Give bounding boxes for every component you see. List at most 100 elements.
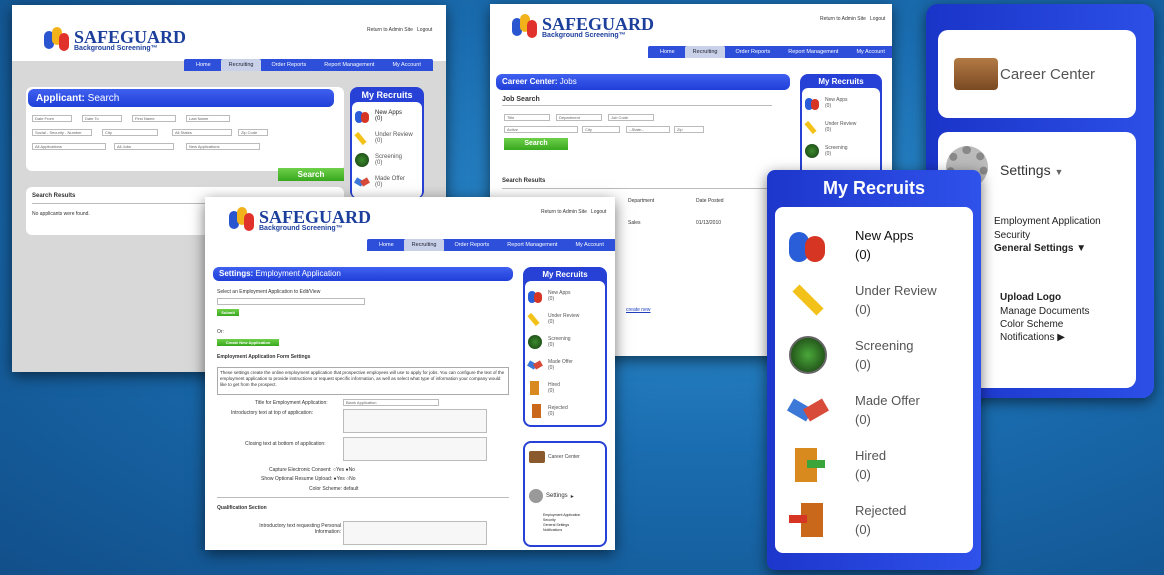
nav-report-management[interactable]: Report Management [780, 46, 846, 58]
link-security[interactable]: Security [994, 230, 1030, 241]
recruits-title: My Recruits [818, 77, 864, 86]
department-field[interactable]: Department [556, 114, 602, 121]
nav-recruiting[interactable]: Recruiting [684, 46, 726, 58]
zip-field[interactable]: Zip [674, 126, 704, 133]
nav-my-account[interactable]: My Account [848, 46, 892, 58]
return-admin-link[interactable]: Return to Admin Site [820, 16, 866, 22]
career-center-mini[interactable]: Career Center [529, 451, 580, 463]
radar-icon [805, 144, 819, 158]
settings-mini[interactable]: Settings ▸ [529, 489, 574, 503]
return-admin-link[interactable]: Return to Admin Site [367, 27, 413, 33]
highlighter-icon [354, 131, 369, 146]
results-title: Search Results [502, 178, 546, 184]
nav-recruiting[interactable]: Recruiting [403, 239, 445, 251]
recruit-rejected[interactable]: Rejected (0) [528, 399, 602, 422]
settings-label[interactable]: Settings ▼ [1000, 162, 1063, 178]
panel-header: Applicant: Search [28, 89, 334, 107]
create-application-button[interactable]: Create New Application [217, 339, 279, 346]
briefcase-icon [954, 58, 998, 90]
recruit-made-offer[interactable]: Made Offer (0) [786, 382, 973, 437]
qual-textarea[interactable] [343, 521, 487, 545]
nav-report-management[interactable]: Report Management [499, 239, 565, 251]
recruit-hired[interactable]: Hired (0) [528, 376, 602, 399]
submit-button[interactable]: Submit [217, 309, 239, 316]
people-icon [789, 226, 827, 264]
city-field[interactable]: City [582, 126, 620, 133]
intro-textarea[interactable] [343, 409, 487, 433]
nav-order-reports[interactable]: Order Reports [446, 239, 497, 251]
search-button[interactable]: Search [278, 168, 344, 181]
date-from-field[interactable]: Date From [32, 115, 72, 122]
search-button[interactable]: Search [504, 138, 568, 150]
recruit-screening[interactable]: Screening (0) [355, 149, 419, 171]
applications-select[interactable]: All Applications [32, 143, 106, 150]
recruits-title: My Recruits [361, 90, 413, 100]
recruit-screening[interactable]: Screening (0) [805, 139, 877, 163]
link-upload-logo[interactable]: Upload Logo [1000, 292, 1061, 303]
nav-home[interactable]: Home [652, 46, 683, 58]
recruit-new-apps[interactable]: New Apps (0) [805, 91, 877, 115]
recruit-made-offer[interactable]: Made Offer (0) [354, 171, 419, 193]
career-center-label: Career Center [1000, 66, 1096, 83]
logout-link[interactable]: Logout [591, 209, 606, 215]
nav-report-management[interactable]: Report Management [316, 59, 382, 71]
recruit-made-offer[interactable]: Made Offer (0) [527, 353, 602, 376]
recruit-under-review[interactable]: Under Review (0) [527, 307, 602, 330]
logout-link[interactable]: Logout [870, 16, 885, 22]
state-select[interactable]: --State-- [626, 126, 670, 133]
date-to-field[interactable]: Date To [82, 115, 122, 122]
recruit-new-apps[interactable]: New Apps (0) [355, 105, 419, 127]
zip-field[interactable]: Zip Code [238, 129, 268, 136]
active-select[interactable]: Active [504, 126, 578, 133]
last-name-field[interactable]: Last Name [186, 115, 230, 122]
first-name-field[interactable]: First Name [132, 115, 176, 122]
state-select[interactable]: All States [172, 129, 232, 136]
ssn-field[interactable]: Social - Security - Number [32, 129, 92, 136]
nav-my-account[interactable]: My Account [567, 239, 611, 251]
nav-order-reports[interactable]: Order Reports [263, 59, 314, 71]
recruit-new-apps[interactable]: New Apps (0) [789, 217, 973, 272]
recruit-hired[interactable]: Hired (0) [789, 437, 973, 492]
city-field[interactable]: City [102, 129, 158, 136]
title-input[interactable]: Blank Application [343, 399, 439, 406]
results-title: Search Results [32, 193, 76, 199]
highlighter-icon [789, 281, 827, 319]
closing-textarea[interactable] [343, 437, 487, 461]
logout-link[interactable]: Logout [417, 27, 432, 33]
col-department: Department [628, 198, 655, 204]
recruit-under-review[interactable]: Under Review (0) [804, 115, 877, 139]
people-icon [805, 96, 819, 110]
triangle-right-icon: ▶ [1057, 332, 1065, 343]
career-center-card[interactable]: Career Center [938, 30, 1136, 118]
status-select[interactable]: New Applications [186, 143, 260, 150]
nav-my-account[interactable]: My Account [384, 59, 428, 71]
link-manage-documents[interactable]: Manage Documents [1000, 306, 1090, 317]
title-field[interactable]: Title [504, 114, 550, 121]
link-general-settings[interactable]: General Settings ▼ [994, 243, 1086, 254]
recruit-new-apps[interactable]: New Apps (0) [528, 284, 602, 307]
header-links: Return to Admin Site Logout [541, 209, 606, 215]
recruit-under-review[interactable]: Under Review (0) [354, 127, 419, 149]
nav-home[interactable]: Home [188, 59, 219, 71]
radar-icon [528, 334, 542, 349]
qualification-section-title: Qualification Section [217, 505, 267, 511]
nav-recruiting[interactable]: Recruiting [220, 59, 262, 71]
recruit-under-review[interactable]: Under Review (0) [789, 272, 973, 327]
nav-order-reports[interactable]: Order Reports [727, 46, 778, 58]
recruit-rejected[interactable]: Rejected (0) [789, 492, 973, 547]
panel-header: Settings: Employment Application [213, 267, 513, 281]
recruit-screening[interactable]: Screening (0) [528, 330, 602, 353]
recruit-screening[interactable]: Screening (0) [789, 327, 973, 382]
create-new-link[interactable]: create new [626, 307, 650, 313]
application-select[interactable] [217, 298, 365, 305]
triangle-down-icon: ▼ [1076, 243, 1087, 254]
triangle-down-icon: ▼ [1054, 167, 1064, 177]
link-notifications[interactable]: Notifications [543, 528, 580, 533]
job-code-field[interactable]: Job Code [608, 114, 654, 121]
link-employment-application[interactable]: Employment Application [994, 216, 1101, 227]
return-admin-link[interactable]: Return to Admin Site [541, 209, 587, 215]
jobs-select[interactable]: All Jobs [114, 143, 174, 150]
link-color-scheme[interactable]: Color Scheme [1000, 319, 1063, 330]
nav-home[interactable]: Home [371, 239, 402, 251]
link-notifications[interactable]: Notifications ▶ [1000, 332, 1065, 343]
